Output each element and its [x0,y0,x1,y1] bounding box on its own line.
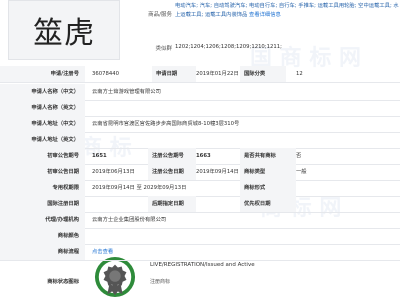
process-label: 商标流程 [57,249,79,255]
row-intl-dates: 国际注册日期 后期指定日期 优先权日期 [0,196,400,213]
row-announcement-no: 初审公告期号 1651 注册公告期号 1663 是否共有商标 否 [0,148,400,165]
reg-no-value: 1663 [196,153,211,159]
trademark-image: 筮虎 [8,0,120,60]
app-no-label: 申请/注册号 [50,71,79,77]
priority-label: 优先权日期 [240,196,296,212]
process-link[interactable]: 点击查看 [92,244,392,260]
similar-group-text: 1202;1204;1206;1208;1209;1210;1211; [175,44,282,50]
status-label: 商标状态图标 [47,279,79,285]
reg-no-label: 注册公告期号 [148,148,196,164]
status-text: LIVE/REGISTRATION/Issued and Active [150,262,255,268]
status-subtext: 注册商标 [150,279,171,285]
shared-value: 否 [296,153,302,159]
reg-date-label: 注册公告日期 [148,164,196,180]
applicant-cn-label: 申请人名称（中文） [31,89,79,95]
intl-class-value: 12 [296,71,303,77]
form-label: 商标形式 [240,180,296,196]
applicant-en-label: 申请人名称（英文） [31,105,79,111]
view-details-link[interactable]: 查看详细信息 [249,12,281,18]
priority-value [296,196,336,212]
prelim-no-value: 1651 [92,153,107,159]
address-en-value [92,132,392,148]
address-cn-value: 云南省昆明市官渡区官佐路步步高国际商贸城8-10幢3层310号 [92,121,240,127]
shared-label: 是否共有商标 [240,148,296,164]
intl-reg-label: 国际注册日期 [47,201,79,207]
prelim-date-label: 初审公告日期 [47,169,79,175]
row-color: 商标颜色 [0,228,400,245]
type-label: 商标类型 [240,164,296,180]
row-applicant-cn: 申请人名称（中文） 云南方士茹游戏管理有限公司 [0,84,400,101]
address-en-label: 申请人地址（英文） [31,137,79,143]
intl-class-label: 国际分类 [240,66,286,82]
row-applicant-en: 申请人名称（英文） [0,100,400,117]
goods-services-label: 商品/服务 [148,12,172,18]
later-value [196,196,236,212]
row-process: 商标流程 点击查看 [0,244,400,261]
similar-group-label: 类似群 [155,46,172,52]
address-cn-label: 申请人地址（中文） [31,121,79,127]
goods-services-text: 电动汽车; 汽车; 自动驾驶汽车; 电动自行车; 自行车; 手推车; 运载工具用… [175,3,399,18]
form-value [296,180,336,196]
color-label: 商标颜色 [57,233,79,239]
prelim-no-label: 初审公告期号 [47,153,79,159]
row-application-no: 申请/注册号 36078440 申请日期 2019年01月22日 国际分类 12 [0,66,400,83]
applicant-cn-value: 云南方士茹游戏管理有限公司 [92,89,161,95]
trademark-mark-text: 筮虎 [33,16,95,51]
app-date-label: 申请日期 [152,66,196,82]
prelim-date-value: 2019年06月13日 [92,169,135,175]
similar-group-value: 1202;1204;1206;1208;1209;1210;1211; [175,43,400,52]
applicant-en-value [92,100,392,116]
trademark-detail-page: 国 商 标 网 商 标 商 标 网 筮虎 商品/服务 电动汽车; 汽车; 自动驾… [0,0,400,300]
row-exclusive-term: 专用权期限 2019年09月14日 至 2029年09月13日 商标形式 [0,180,400,197]
type-value: 一般 [296,169,307,175]
goods-services-value: 电动汽车; 汽车; 自动驾驶汽车; 电动自行车; 自行车; 手推车; 运载工具用… [175,2,400,20]
row-address-en: 申请人地址（英文） [0,132,400,149]
app-no-value: 36078440 [92,71,119,77]
intl-reg-value [92,196,147,212]
live-registration-seal-icon [94,256,136,298]
color-value [92,228,392,244]
exclusive-value: 2019年09月14日 至 2029年09月13日 [92,185,187,191]
row-announcement-date: 初审公告日期 2019年06月13日 注册公告日期 2019年09月14日 商标… [0,164,400,181]
agent-row-overlay [0,212,400,226]
row-address-cn: 申请人地址（中文） 云南省昆明市官渡区官佐路步步高国际商贸城8-10幢3层310… [0,116,400,133]
status-block: 商标状态图标 LIVE/REGISTRATION/Issued and Acti… [0,256,400,300]
later-label: 后期指定日期 [148,196,196,212]
exclusive-label: 专用权期限 [52,185,80,191]
